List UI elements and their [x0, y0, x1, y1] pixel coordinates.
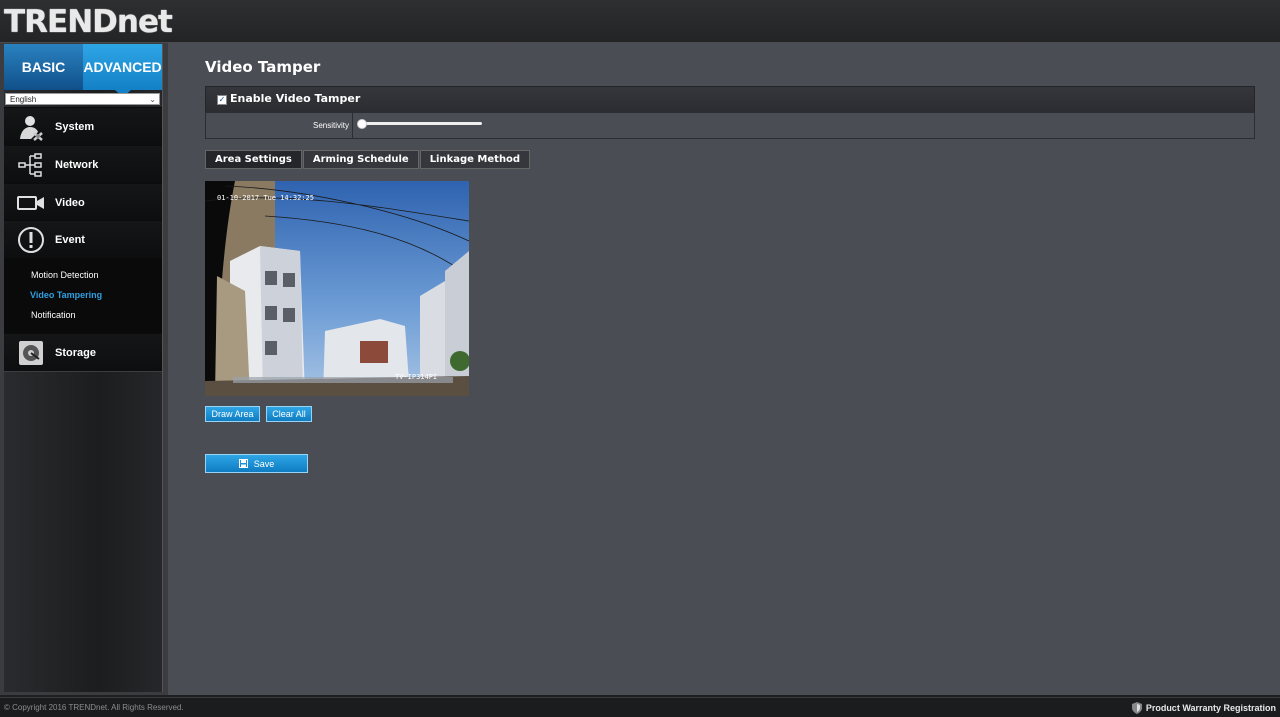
nav-item-label: Event — [55, 233, 85, 246]
nav-item-label: Storage — [55, 346, 96, 359]
nav-item-system[interactable]: System — [4, 107, 162, 146]
save-button[interactable]: Save — [205, 454, 308, 473]
sensitivity-row: Sensitivity — [205, 112, 1255, 139]
save-label: Save — [253, 458, 275, 469]
advanced-mode-tab[interactable]: ADVANCED — [83, 44, 162, 97]
shield-icon — [1131, 702, 1142, 714]
page-title: Video Tamper — [205, 58, 321, 76]
draw-area-button[interactable]: Draw Area — [205, 406, 260, 422]
tab-linkage-method[interactable]: Linkage Method — [419, 150, 531, 169]
enable-section: ✓ Enable Video Tamper — [205, 86, 1255, 113]
submenu-notification[interactable]: Notification — [31, 310, 76, 320]
footer: © Copyright 2016 TRENDnet. All Rights Re… — [0, 697, 1280, 717]
event-submenu: Motion Detection Video Tampering Notific… — [4, 258, 162, 333]
sensitivity-slider-thumb[interactable] — [357, 119, 367, 129]
product-warranty-link[interactable]: Product Warranty Registration — [1131, 702, 1276, 714]
tab-arming-schedule[interactable]: Arming Schedule — [302, 150, 419, 169]
nav-item-label: System — [55, 120, 95, 133]
nav-item-event[interactable]: Event — [4, 220, 162, 259]
nav-item-label: Network — [55, 158, 99, 171]
sidebar: BASIC ADVANCED English ⌄ System Network … — [4, 44, 163, 692]
video-camera-name: TV-IP314PI — [395, 373, 437, 381]
mode-tabs: BASIC ADVANCED — [4, 44, 162, 97]
video-preview[interactable]: 01-10-2017 Tue 14:32:25 TV-IP314PI — [205, 181, 469, 396]
clear-all-button[interactable]: Clear All — [266, 406, 312, 422]
language-select[interactable]: English ⌄ — [5, 93, 160, 105]
storage-disk-icon — [16, 339, 46, 367]
copyright-text: © Copyright 2016 TRENDnet. All Rights Re… — [4, 703, 184, 712]
basic-mode-tab[interactable]: BASIC — [4, 44, 83, 90]
network-icon — [16, 151, 46, 179]
language-value: English — [10, 95, 37, 104]
enable-video-tamper-label: Enable Video Tamper — [230, 92, 361, 105]
submenu-video-tampering[interactable]: Video Tampering — [30, 290, 102, 300]
user-settings-icon — [16, 113, 46, 141]
settings-tabs: Area Settings Arming Schedule Linkage Me… — [205, 150, 531, 169]
video-camera-icon — [16, 189, 46, 217]
video-timestamp: 01-10-2017 Tue 14:32:25 — [217, 194, 314, 202]
nav-item-storage[interactable]: Storage — [4, 333, 162, 372]
warranty-label: Product Warranty Registration — [1145, 703, 1276, 713]
nav-item-video[interactable]: Video — [4, 183, 162, 222]
enable-video-tamper-checkbox[interactable]: ✓ — [217, 95, 227, 105]
nav-item-network[interactable]: Network — [4, 145, 162, 184]
chevron-down-icon: ⌄ — [149, 95, 156, 104]
nav-item-label: Video — [55, 196, 85, 209]
sensitivity-label: Sensitivity — [206, 113, 353, 138]
submenu-motion-detection[interactable]: Motion Detection — [31, 270, 99, 280]
alert-icon — [16, 226, 46, 254]
sensitivity-slider-track[interactable] — [360, 122, 482, 125]
main-content: Video Tamper ✓ Enable Video Tamper Sensi… — [168, 43, 1280, 695]
tab-area-settings[interactable]: Area Settings — [205, 150, 302, 169]
save-icon — [238, 459, 248, 468]
trendnet-logo: TRENDnet — [4, 4, 173, 40]
top-header: TRENDnet — [0, 0, 1280, 43]
